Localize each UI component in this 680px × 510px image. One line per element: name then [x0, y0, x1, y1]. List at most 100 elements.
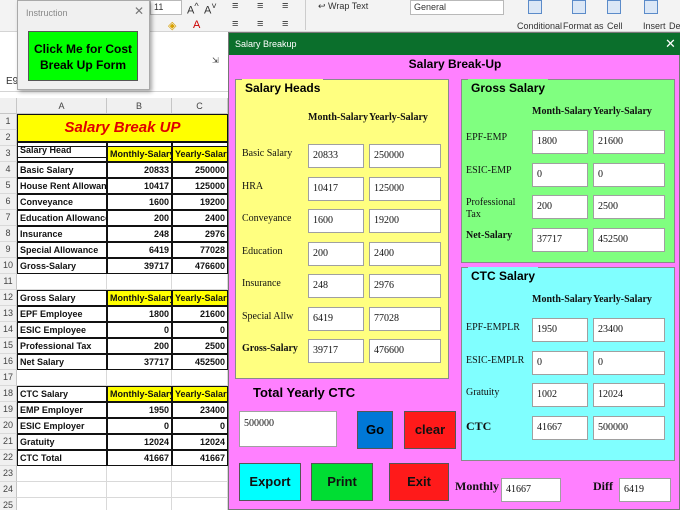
close-icon[interactable]: ✕: [134, 4, 144, 18]
salary_heads-monthly-input[interactable]: 248: [308, 274, 364, 298]
sheet-cell[interactable]: [172, 482, 228, 498]
sheet-cell[interactable]: ESIC Employer: [17, 418, 107, 434]
sheet-cell[interactable]: Gratuity: [17, 434, 107, 450]
ctc_salary-yearly-input[interactable]: 0: [593, 350, 665, 375]
row-header[interactable]: 22: [0, 450, 17, 466]
sheet-cell[interactable]: 41667: [107, 450, 172, 466]
column-header-b[interactable]: B: [107, 98, 172, 114]
sheet-cell[interactable]: Net Salary: [17, 354, 107, 370]
align-bottom-icon[interactable]: ≡: [282, 0, 288, 12]
sheet-cell[interactable]: [17, 146, 107, 162]
gross_salary-yearly-input[interactable]: 0: [593, 162, 665, 187]
row-header[interactable]: 7: [0, 210, 17, 226]
ctc_salary-yearly-input[interactable]: 23400: [593, 318, 665, 342]
row-header[interactable]: 14: [0, 322, 17, 338]
sheet-cell[interactable]: 37717: [107, 354, 172, 370]
row-header[interactable]: 4: [0, 162, 17, 178]
diff-input[interactable]: 6419: [619, 478, 671, 502]
sheet-cell[interactable]: [17, 370, 107, 386]
format-as-table-icon[interactable]: [572, 0, 586, 14]
salary_heads-monthly-input[interactable]: 10417: [308, 176, 364, 201]
sheet-cell[interactable]: 77028: [172, 242, 228, 258]
sheet-cell[interactable]: [17, 498, 107, 510]
sheet-cell[interactable]: Monthly-Salary: [107, 146, 172, 162]
sheet-cell[interactable]: 0: [107, 322, 172, 338]
gross_salary-monthly-input[interactable]: 37717: [532, 227, 588, 252]
sheet-cell[interactable]: Basic Salary: [17, 162, 107, 178]
sheet-cell[interactable]: 2976: [172, 226, 228, 242]
sheet-cell[interactable]: 19200: [172, 194, 228, 210]
row-header[interactable]: 15: [0, 338, 17, 354]
sheet-cell[interactable]: Insurance: [17, 226, 107, 242]
sheet-cell[interactable]: Monthly-Salary: [107, 386, 172, 402]
sheet-cell[interactable]: Gross Salary: [17, 290, 107, 306]
format-as-label[interactable]: Format as: [563, 21, 604, 31]
sheet-cell[interactable]: 1950: [107, 402, 172, 418]
sheet-cell[interactable]: [107, 466, 172, 482]
print-button[interactable]: Print: [311, 463, 373, 501]
ctc_salary-monthly-input[interactable]: 1002: [532, 383, 588, 407]
sheet-cell[interactable]: 476600: [172, 258, 228, 274]
row-header[interactable]: 13: [0, 306, 17, 322]
align-left-icon[interactable]: ≡: [232, 18, 238, 30]
sheet-cell[interactable]: Yearly-Salary: [172, 146, 228, 162]
row-header[interactable]: 9: [0, 242, 17, 258]
ctc_salary-yearly-input[interactable]: 12024: [593, 383, 665, 407]
sheet-cell[interactable]: 250000: [172, 162, 228, 178]
export-button[interactable]: Export: [239, 463, 301, 501]
sheet-cell[interactable]: 39717: [107, 258, 172, 274]
go-button[interactable]: Go: [357, 411, 393, 449]
ctc_salary-monthly-input[interactable]: 1950: [532, 318, 588, 342]
sheet-cell[interactable]: Yearly-Salary: [172, 290, 228, 306]
insert-cells-icon[interactable]: [644, 0, 658, 14]
sheet-cell[interactable]: [17, 466, 107, 482]
monthly-input[interactable]: 41667: [501, 478, 561, 502]
row-header[interactable]: 24: [0, 482, 17, 498]
sheet-cell[interactable]: 0: [107, 418, 172, 434]
exit-button[interactable]: Exit: [389, 463, 449, 501]
sheet-title[interactable]: Salary Break UP: [17, 114, 228, 142]
sheet-cell[interactable]: 452500: [172, 354, 228, 370]
select-all-corner[interactable]: [0, 98, 17, 114]
sheet-cell[interactable]: 10417: [107, 178, 172, 194]
sheet-cell[interactable]: [172, 466, 228, 482]
delete-label[interactable]: Dele: [669, 21, 680, 31]
row-header[interactable]: 5: [0, 178, 17, 194]
cell-label[interactable]: Cell: [607, 21, 623, 31]
cell-styles-icon[interactable]: [607, 0, 621, 14]
column-header-a[interactable]: A: [17, 98, 107, 114]
sheet-cell[interactable]: [107, 274, 172, 290]
sheet-cell[interactable]: 1600: [107, 194, 172, 210]
shrink-font-icon[interactable]: A˅: [204, 1, 217, 17]
ctc_salary-yearly-input[interactable]: 500000: [593, 415, 665, 440]
ctc_salary-monthly-input[interactable]: 41667: [532, 415, 588, 440]
salary_heads-yearly-input[interactable]: 125000: [369, 176, 441, 201]
insert-label[interactable]: Insert: [643, 21, 666, 31]
sheet-cell[interactable]: [172, 274, 228, 290]
row-header[interactable]: 2: [0, 130, 17, 146]
sheet-cell[interactable]: [107, 498, 172, 510]
number-format-select[interactable]: General: [410, 0, 504, 15]
row-header[interactable]: 23: [0, 466, 17, 482]
sheet-cell[interactable]: 23400: [172, 402, 228, 418]
row-header[interactable]: 11: [0, 274, 17, 290]
sheet-cell[interactable]: 0: [172, 322, 228, 338]
salary_heads-monthly-input[interactable]: 20833: [308, 144, 364, 168]
row-header[interactable]: 18: [0, 386, 17, 402]
wrap-text-button[interactable]: ↩ Wrap Text: [318, 1, 368, 12]
row-header[interactable]: 19: [0, 402, 17, 418]
row-header[interactable]: 6: [0, 194, 17, 210]
sheet-cell[interactable]: [17, 482, 107, 498]
clear-button[interactable]: clear: [404, 411, 456, 449]
sheet-cell[interactable]: 125000: [172, 178, 228, 194]
row-header[interactable]: 21: [0, 434, 17, 450]
sheet-cell[interactable]: Monthly-Salary: [107, 290, 172, 306]
row-header[interactable]: 20: [0, 418, 17, 434]
row-header[interactable]: 12: [0, 290, 17, 306]
row-header[interactable]: 3: [0, 146, 17, 162]
total-yearly-ctc-input[interactable]: 500000: [239, 411, 337, 447]
align-top-icon[interactable]: ≡: [232, 0, 238, 12]
sheet-cell[interactable]: 2500: [172, 338, 228, 354]
align-center-icon[interactable]: ≡: [257, 18, 263, 30]
sheet-cell[interactable]: CTC Total: [17, 450, 107, 466]
